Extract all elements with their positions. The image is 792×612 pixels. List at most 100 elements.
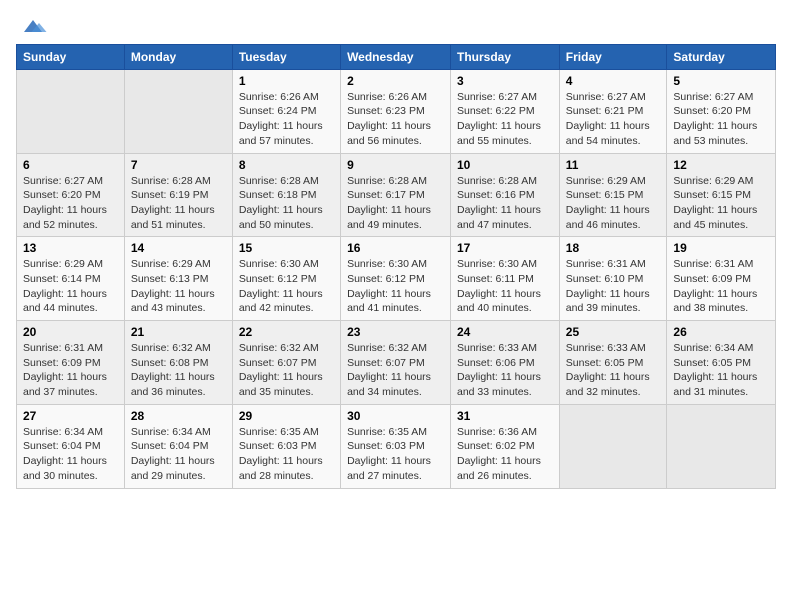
calendar-cell: 29 Sunrise: 6:35 AM Sunset: 6:03 PM Dayli… [232, 404, 340, 488]
day-info: Sunrise: 6:33 AM Sunset: 6:06 PM Dayligh… [457, 341, 553, 400]
day-info: Sunrise: 6:27 AM Sunset: 6:21 PM Dayligh… [566, 90, 661, 149]
day-info: Sunrise: 6:30 AM Sunset: 6:12 PM Dayligh… [347, 257, 444, 316]
day-number: 28 [131, 409, 226, 423]
day-info: Sunrise: 6:28 AM Sunset: 6:19 PM Dayligh… [131, 174, 226, 233]
day-number: 5 [673, 74, 769, 88]
day-number: 20 [23, 325, 118, 339]
calendar-cell: 8 Sunrise: 6:28 AM Sunset: 6:18 PM Daylig… [232, 153, 340, 237]
calendar-cell: 16 Sunrise: 6:30 AM Sunset: 6:12 PM Dayli… [341, 237, 451, 321]
day-number: 12 [673, 158, 769, 172]
calendar-table: SundayMondayTuesdayWednesdayThursdayFrid… [16, 44, 776, 489]
day-info: Sunrise: 6:27 AM Sunset: 6:22 PM Dayligh… [457, 90, 553, 149]
weekday-header: Saturday [667, 44, 776, 69]
day-number: 7 [131, 158, 226, 172]
day-info: Sunrise: 6:28 AM Sunset: 6:17 PM Dayligh… [347, 174, 444, 233]
day-number: 6 [23, 158, 118, 172]
day-info: Sunrise: 6:26 AM Sunset: 6:23 PM Dayligh… [347, 90, 444, 149]
day-number: 26 [673, 325, 769, 339]
day-info: Sunrise: 6:28 AM Sunset: 6:16 PM Dayligh… [457, 174, 553, 233]
calendar-cell: 13 Sunrise: 6:29 AM Sunset: 6:14 PM Dayli… [17, 237, 125, 321]
calendar-cell [17, 69, 125, 153]
calendar-cell: 3Sunrise: 6:27 AM Sunset: 6:22 PM Daylig… [451, 69, 560, 153]
calendar-cell: 11 Sunrise: 6:29 AM Sunset: 6:15 PM Dayli… [559, 153, 667, 237]
day-info: Sunrise: 6:32 AM Sunset: 6:07 PM Dayligh… [347, 341, 444, 400]
calendar-cell: 30 Sunrise: 6:35 AM Sunset: 6:03 PM Dayli… [341, 404, 451, 488]
day-number: 15 [239, 241, 334, 255]
day-info: Sunrise: 6:29 AM Sunset: 6:15 PM Dayligh… [673, 174, 769, 233]
calendar-cell: 1Sunrise: 6:26 AM Sunset: 6:24 PM Daylig… [232, 69, 340, 153]
calendar-cell: 15 Sunrise: 6:30 AM Sunset: 6:12 PM Dayli… [232, 237, 340, 321]
calendar-cell: 14 Sunrise: 6:29 AM Sunset: 6:13 PM Dayli… [124, 237, 232, 321]
calendar-cell: 25 Sunrise: 6:33 AM Sunset: 6:05 PM Dayli… [559, 321, 667, 405]
day-info: Sunrise: 6:34 AM Sunset: 6:05 PM Dayligh… [673, 341, 769, 400]
calendar-week-row: 1Sunrise: 6:26 AM Sunset: 6:24 PM Daylig… [17, 69, 776, 153]
day-number: 8 [239, 158, 334, 172]
calendar-cell: 10 Sunrise: 6:28 AM Sunset: 6:16 PM Dayli… [451, 153, 560, 237]
day-info: Sunrise: 6:35 AM Sunset: 6:03 PM Dayligh… [239, 425, 334, 484]
day-number: 19 [673, 241, 769, 255]
day-number: 27 [23, 409, 118, 423]
day-info: Sunrise: 6:30 AM Sunset: 6:11 PM Dayligh… [457, 257, 553, 316]
day-info: Sunrise: 6:31 AM Sunset: 6:09 PM Dayligh… [23, 341, 118, 400]
day-number: 10 [457, 158, 553, 172]
day-number: 23 [347, 325, 444, 339]
calendar-cell: 31Sunrise: 6:36 AM Sunset: 6:02 PM Dayli… [451, 404, 560, 488]
calendar-cell: 27 Sunrise: 6:34 AM Sunset: 6:04 PM Dayli… [17, 404, 125, 488]
day-number: 13 [23, 241, 118, 255]
calendar-cell: 24 Sunrise: 6:33 AM Sunset: 6:06 PM Dayli… [451, 321, 560, 405]
day-number: 24 [457, 325, 553, 339]
day-info: Sunrise: 6:27 AM Sunset: 6:20 PM Dayligh… [23, 174, 118, 233]
calendar-cell: 19 Sunrise: 6:31 AM Sunset: 6:09 PM Dayli… [667, 237, 776, 321]
calendar-cell: 26 Sunrise: 6:34 AM Sunset: 6:05 PM Dayli… [667, 321, 776, 405]
day-info: Sunrise: 6:32 AM Sunset: 6:07 PM Dayligh… [239, 341, 334, 400]
calendar-cell: 2 Sunrise: 6:26 AM Sunset: 6:23 PM Daylig… [341, 69, 451, 153]
day-number: 29 [239, 409, 334, 423]
calendar-cell: 4 Sunrise: 6:27 AM Sunset: 6:21 PM Daylig… [559, 69, 667, 153]
calendar-cell: 23 Sunrise: 6:32 AM Sunset: 6:07 PM Dayli… [341, 321, 451, 405]
day-info: Sunrise: 6:29 AM Sunset: 6:15 PM Dayligh… [566, 174, 661, 233]
weekday-header: Monday [124, 44, 232, 69]
day-number: 31 [457, 409, 553, 423]
day-info: Sunrise: 6:29 AM Sunset: 6:14 PM Dayligh… [23, 257, 118, 316]
calendar-cell: 20 Sunrise: 6:31 AM Sunset: 6:09 PM Dayli… [17, 321, 125, 405]
calendar-week-row: 6 Sunrise: 6:27 AM Sunset: 6:20 PM Daylig… [17, 153, 776, 237]
day-info: Sunrise: 6:32 AM Sunset: 6:08 PM Dayligh… [131, 341, 226, 400]
weekday-header: Tuesday [232, 44, 340, 69]
day-info: Sunrise: 6:34 AM Sunset: 6:04 PM Dayligh… [131, 425, 226, 484]
logo-icon [18, 17, 48, 35]
day-number: 11 [566, 158, 661, 172]
weekday-header: Friday [559, 44, 667, 69]
calendar-week-row: 13 Sunrise: 6:29 AM Sunset: 6:14 PM Dayli… [17, 237, 776, 321]
calendar-cell: 28 Sunrise: 6:34 AM Sunset: 6:04 PM Dayli… [124, 404, 232, 488]
calendar-cell: 5 Sunrise: 6:27 AM Sunset: 6:20 PM Daylig… [667, 69, 776, 153]
day-info: Sunrise: 6:27 AM Sunset: 6:20 PM Dayligh… [673, 90, 769, 149]
day-info: Sunrise: 6:33 AM Sunset: 6:05 PM Dayligh… [566, 341, 661, 400]
calendar-week-row: 27 Sunrise: 6:34 AM Sunset: 6:04 PM Dayli… [17, 404, 776, 488]
calendar-cell: 9 Sunrise: 6:28 AM Sunset: 6:17 PM Daylig… [341, 153, 451, 237]
day-info: Sunrise: 6:31 AM Sunset: 6:10 PM Dayligh… [566, 257, 661, 316]
day-info: Sunrise: 6:30 AM Sunset: 6:12 PM Dayligh… [239, 257, 334, 316]
day-number: 2 [347, 74, 444, 88]
day-number: 1 [239, 74, 334, 88]
day-info: Sunrise: 6:31 AM Sunset: 6:09 PM Dayligh… [673, 257, 769, 316]
day-number: 4 [566, 74, 661, 88]
day-number: 14 [131, 241, 226, 255]
day-info: Sunrise: 6:29 AM Sunset: 6:13 PM Dayligh… [131, 257, 226, 316]
calendar-cell [124, 69, 232, 153]
calendar-cell [559, 404, 667, 488]
day-number: 25 [566, 325, 661, 339]
weekday-header: Wednesday [341, 44, 451, 69]
day-info: Sunrise: 6:28 AM Sunset: 6:18 PM Dayligh… [239, 174, 334, 233]
calendar-cell: 22 Sunrise: 6:32 AM Sunset: 6:07 PM Dayli… [232, 321, 340, 405]
page-header [16, 16, 776, 36]
logo [16, 16, 48, 36]
calendar-cell: 12 Sunrise: 6:29 AM Sunset: 6:15 PM Dayli… [667, 153, 776, 237]
day-info: Sunrise: 6:35 AM Sunset: 6:03 PM Dayligh… [347, 425, 444, 484]
day-info: Sunrise: 6:34 AM Sunset: 6:04 PM Dayligh… [23, 425, 118, 484]
day-number: 9 [347, 158, 444, 172]
day-number: 22 [239, 325, 334, 339]
calendar-cell [667, 404, 776, 488]
day-number: 17 [457, 241, 553, 255]
day-number: 30 [347, 409, 444, 423]
day-number: 16 [347, 241, 444, 255]
